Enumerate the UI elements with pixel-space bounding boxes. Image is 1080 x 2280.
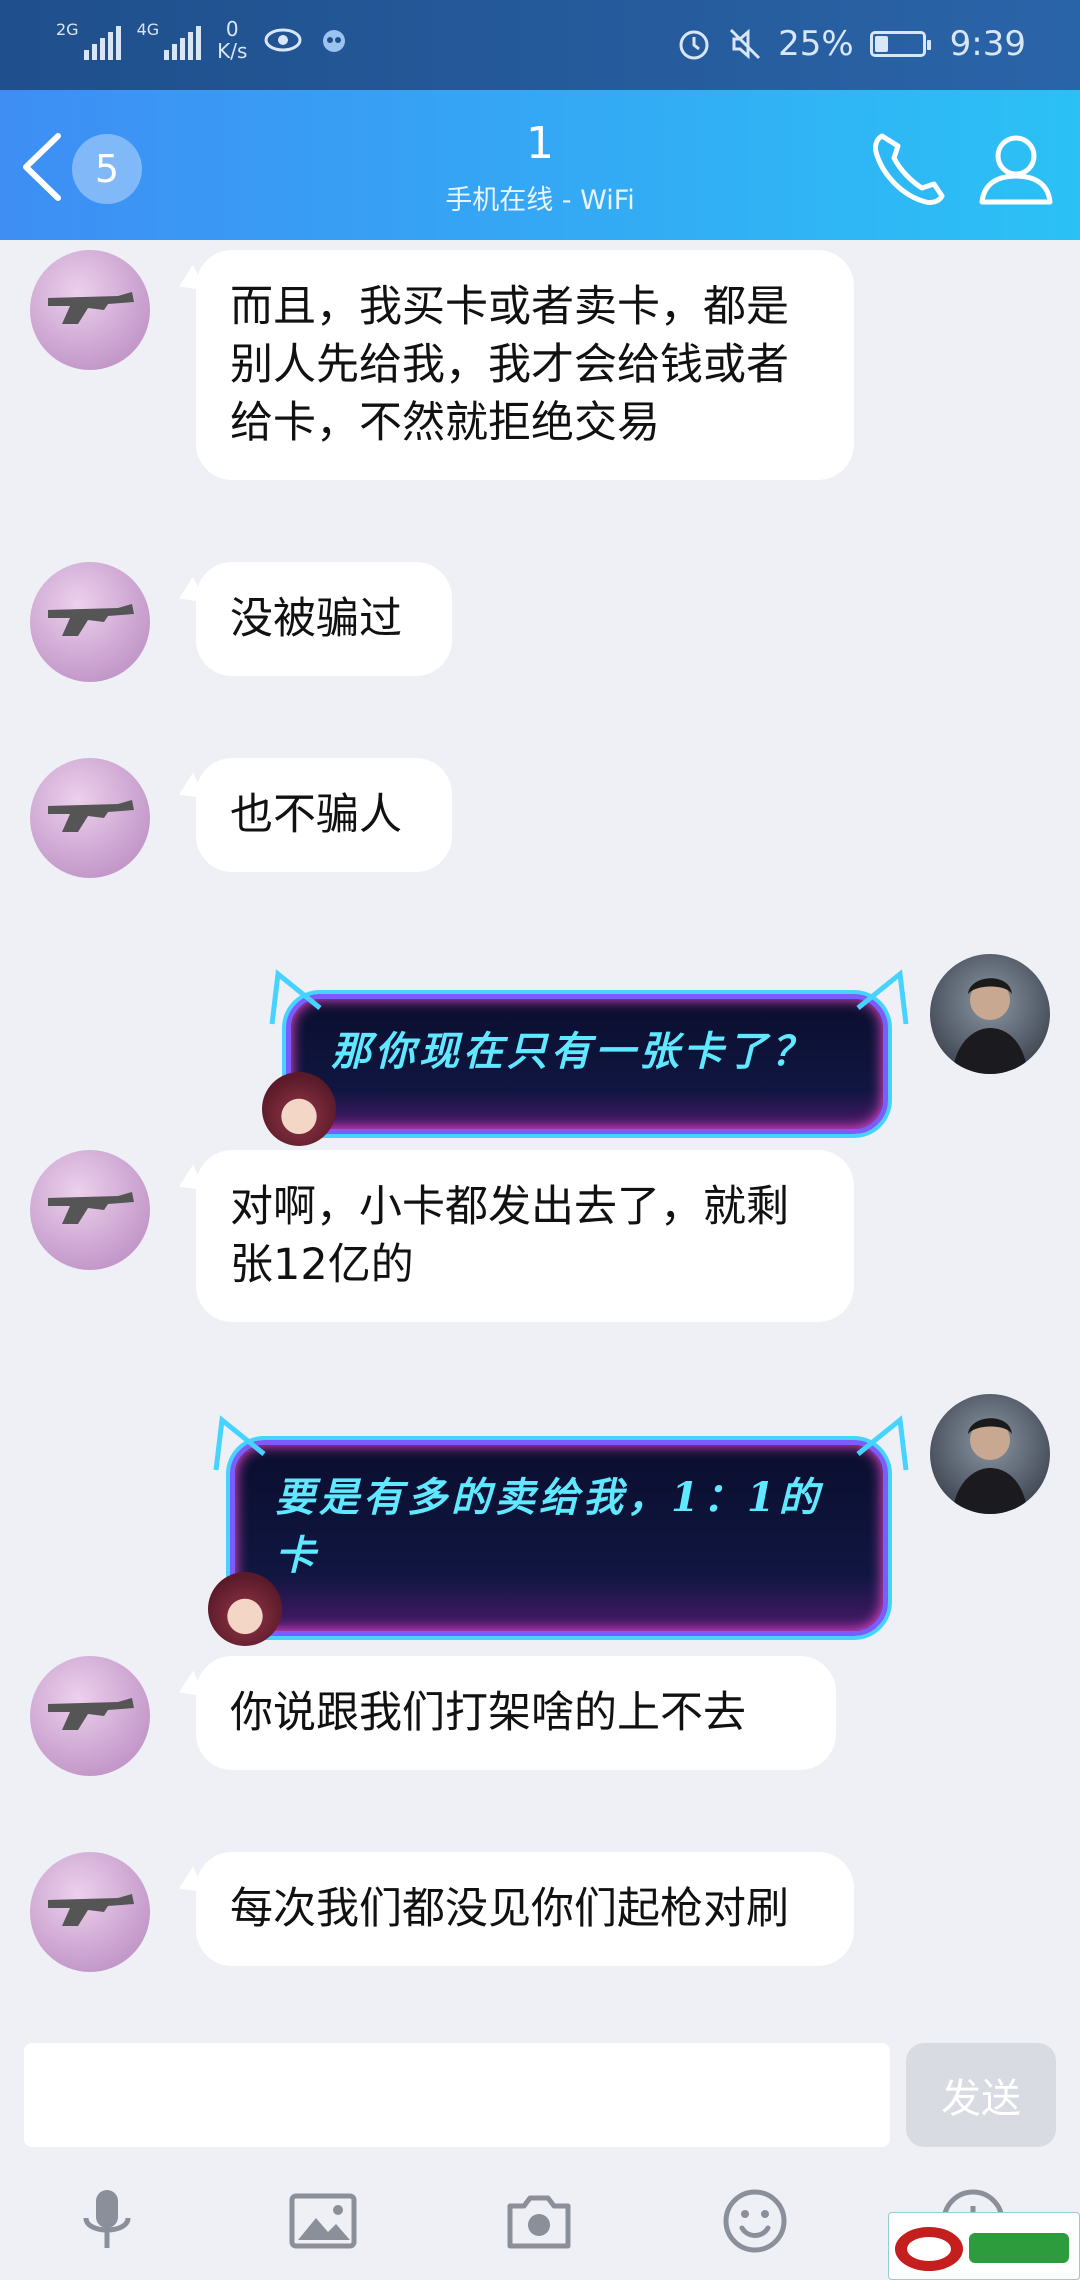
camera-icon[interactable] (504, 2186, 574, 2256)
network-type-label: 4G (136, 20, 160, 39)
message-bubble-decorated[interactable]: 要是有多的卖给我，1：1的卡 (230, 1440, 888, 1636)
my-avatar[interactable] (930, 1394, 1050, 1514)
send-button[interactable]: 发送 (906, 2043, 1056, 2147)
battery-icon (869, 31, 931, 57)
cat-ear-decoration (856, 1415, 909, 1471)
alarm-icon (679, 30, 709, 60)
phone-call-icon[interactable] (868, 126, 952, 210)
contact-avatar[interactable] (30, 562, 150, 682)
message-bubble-decorated[interactable]: 那你现在只有一张卡了？ (286, 994, 888, 1134)
profile-icon[interactable] (974, 126, 1058, 210)
gun-silhouette-icon (48, 604, 134, 636)
network-type-label: 2G (56, 20, 79, 39)
network-speed: 0 K/s (217, 18, 247, 62)
cat-ear-decoration (213, 1415, 266, 1471)
contact-avatar[interactable] (30, 1150, 150, 1270)
battery-percent: 25% (778, 24, 854, 64)
chat-header: 5 1 手机在线 - WiFi (0, 90, 1080, 240)
emoji-icon[interactable] (720, 2186, 790, 2256)
chibi-character-decoration (262, 1072, 336, 1146)
message-bubble[interactable]: 没被骗过 (196, 562, 452, 676)
chibi-character-decoration (208, 1572, 282, 1646)
message-bubble[interactable]: 你说跟我们打架啥的上不去 (196, 1656, 836, 1770)
gun-silhouette-icon (48, 1192, 134, 1224)
message-bubble[interactable]: 每次我们都没见你们起枪对刷 (196, 1852, 854, 1966)
speed-unit: K/s (217, 39, 248, 63)
site-watermark-logo (888, 2212, 1080, 2280)
gun-silhouette-icon (48, 1894, 134, 1926)
cat-ear-decoration (856, 969, 909, 1025)
clock: 9:39 (949, 24, 1026, 64)
signal-icon: 2G (56, 20, 121, 60)
gun-silhouette-icon (48, 292, 134, 324)
message-list[interactable]: 而且，我买卡或者卖卡，都是别人先给我，我才会给钱或者给卡，不然就拒绝交易 没被骗… (0, 240, 1080, 2045)
my-avatar[interactable] (930, 954, 1050, 1074)
contact-avatar[interactable] (30, 1852, 150, 1972)
person-photo (952, 1418, 1028, 1514)
gun-silhouette-icon (48, 1698, 134, 1730)
gun-silhouette-icon (48, 800, 134, 832)
cat-ear-decoration (269, 969, 322, 1025)
microphone-icon[interactable] (72, 2186, 142, 2256)
watermark-graphic (895, 2227, 1069, 2271)
person-photo (952, 978, 1028, 1074)
mute-icon (730, 28, 761, 60)
image-icon[interactable] (288, 2186, 358, 2256)
app-notification-icon (323, 30, 346, 52)
contact-avatar[interactable] (30, 250, 150, 370)
signal-icon: 4G (137, 20, 202, 60)
message-bubble[interactable]: 也不骗人 (196, 758, 452, 872)
eye-icon (264, 28, 302, 52)
speed-value: 0 (225, 17, 239, 41)
composer: 发送 (0, 2035, 1080, 2147)
contact-avatar[interactable] (30, 758, 150, 878)
message-input[interactable] (24, 2043, 890, 2147)
message-bubble[interactable]: 而且，我买卡或者卖卡，都是别人先给我，我才会给钱或者给卡，不然就拒绝交易 (196, 250, 854, 480)
message-bubble[interactable]: 对啊，小卡都发出去了，就剩张12亿的 (196, 1150, 854, 1322)
status-bar: 2G 4G 0 K/s 25% 9:39 (0, 0, 1080, 90)
contact-avatar[interactable] (30, 1656, 150, 1776)
